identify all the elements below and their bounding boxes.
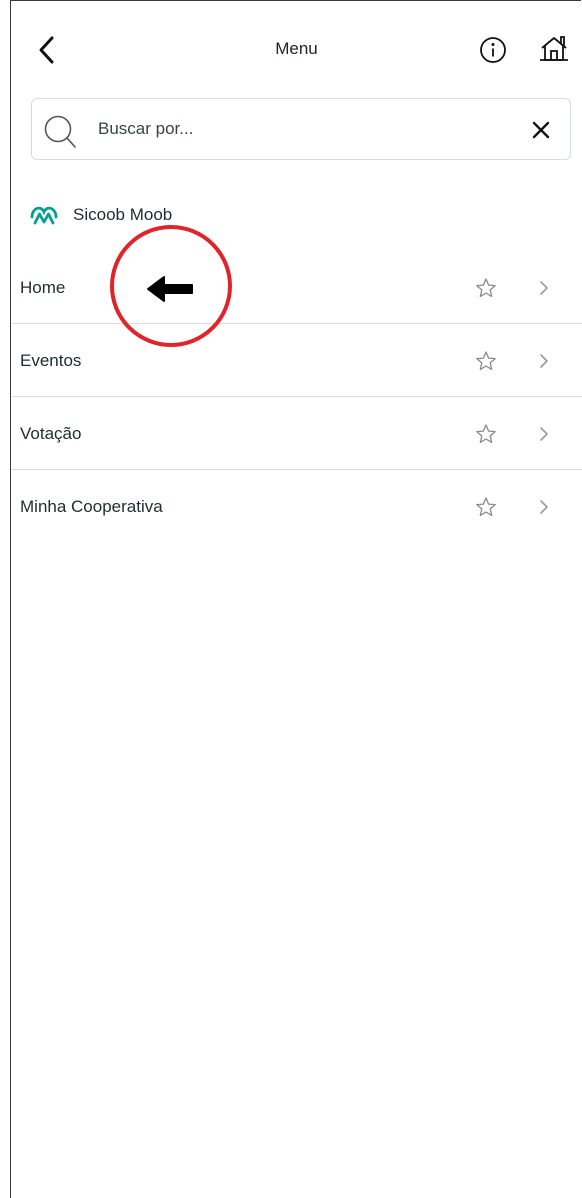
menu-item-eventos[interactable]: Eventos [11,324,582,397]
search-icon [44,115,76,148]
menu-item-votacao[interactable]: Votação [11,397,582,470]
menu-item-label: Votação [20,424,82,443]
menu-list: Home Eventos Votação Minha Cooperativa [11,251,582,543]
chevron-right-icon [540,281,548,295]
star-icon[interactable] [475,423,497,445]
app-screen: Menu Buscar por... Sicoob Moob Home Even… [10,0,582,1198]
close-icon [532,121,550,139]
chevron-right-icon [540,500,548,514]
chevron-left-icon [39,36,54,64]
menu-item-home[interactable]: Home [11,251,582,324]
brand-name: Sicoob Moob [73,205,173,224]
star-icon[interactable] [475,496,497,518]
menu-item-label: Minha Cooperativa [20,497,163,516]
menu-item-label: Home [20,278,66,297]
star-icon[interactable] [475,277,497,299]
star-icon[interactable] [475,350,497,372]
chevron-right-icon [540,354,548,368]
header: Menu [11,1,582,97]
chevron-right-icon [540,427,548,441]
menu-item-minha-cooperativa[interactable]: Minha Cooperativa [11,470,582,543]
home-icon [540,36,568,61]
home-button[interactable] [537,32,571,66]
menu-item-label: Eventos [20,351,82,370]
clear-search-button[interactable] [528,117,554,143]
info-icon [480,37,506,63]
back-button[interactable] [33,33,63,67]
info-button[interactable] [477,34,509,66]
search-bar [31,98,571,160]
brand-section: Sicoob Moob [29,199,172,231]
search-input[interactable] [98,113,498,145]
sicoob-moob-logo [30,206,58,225]
